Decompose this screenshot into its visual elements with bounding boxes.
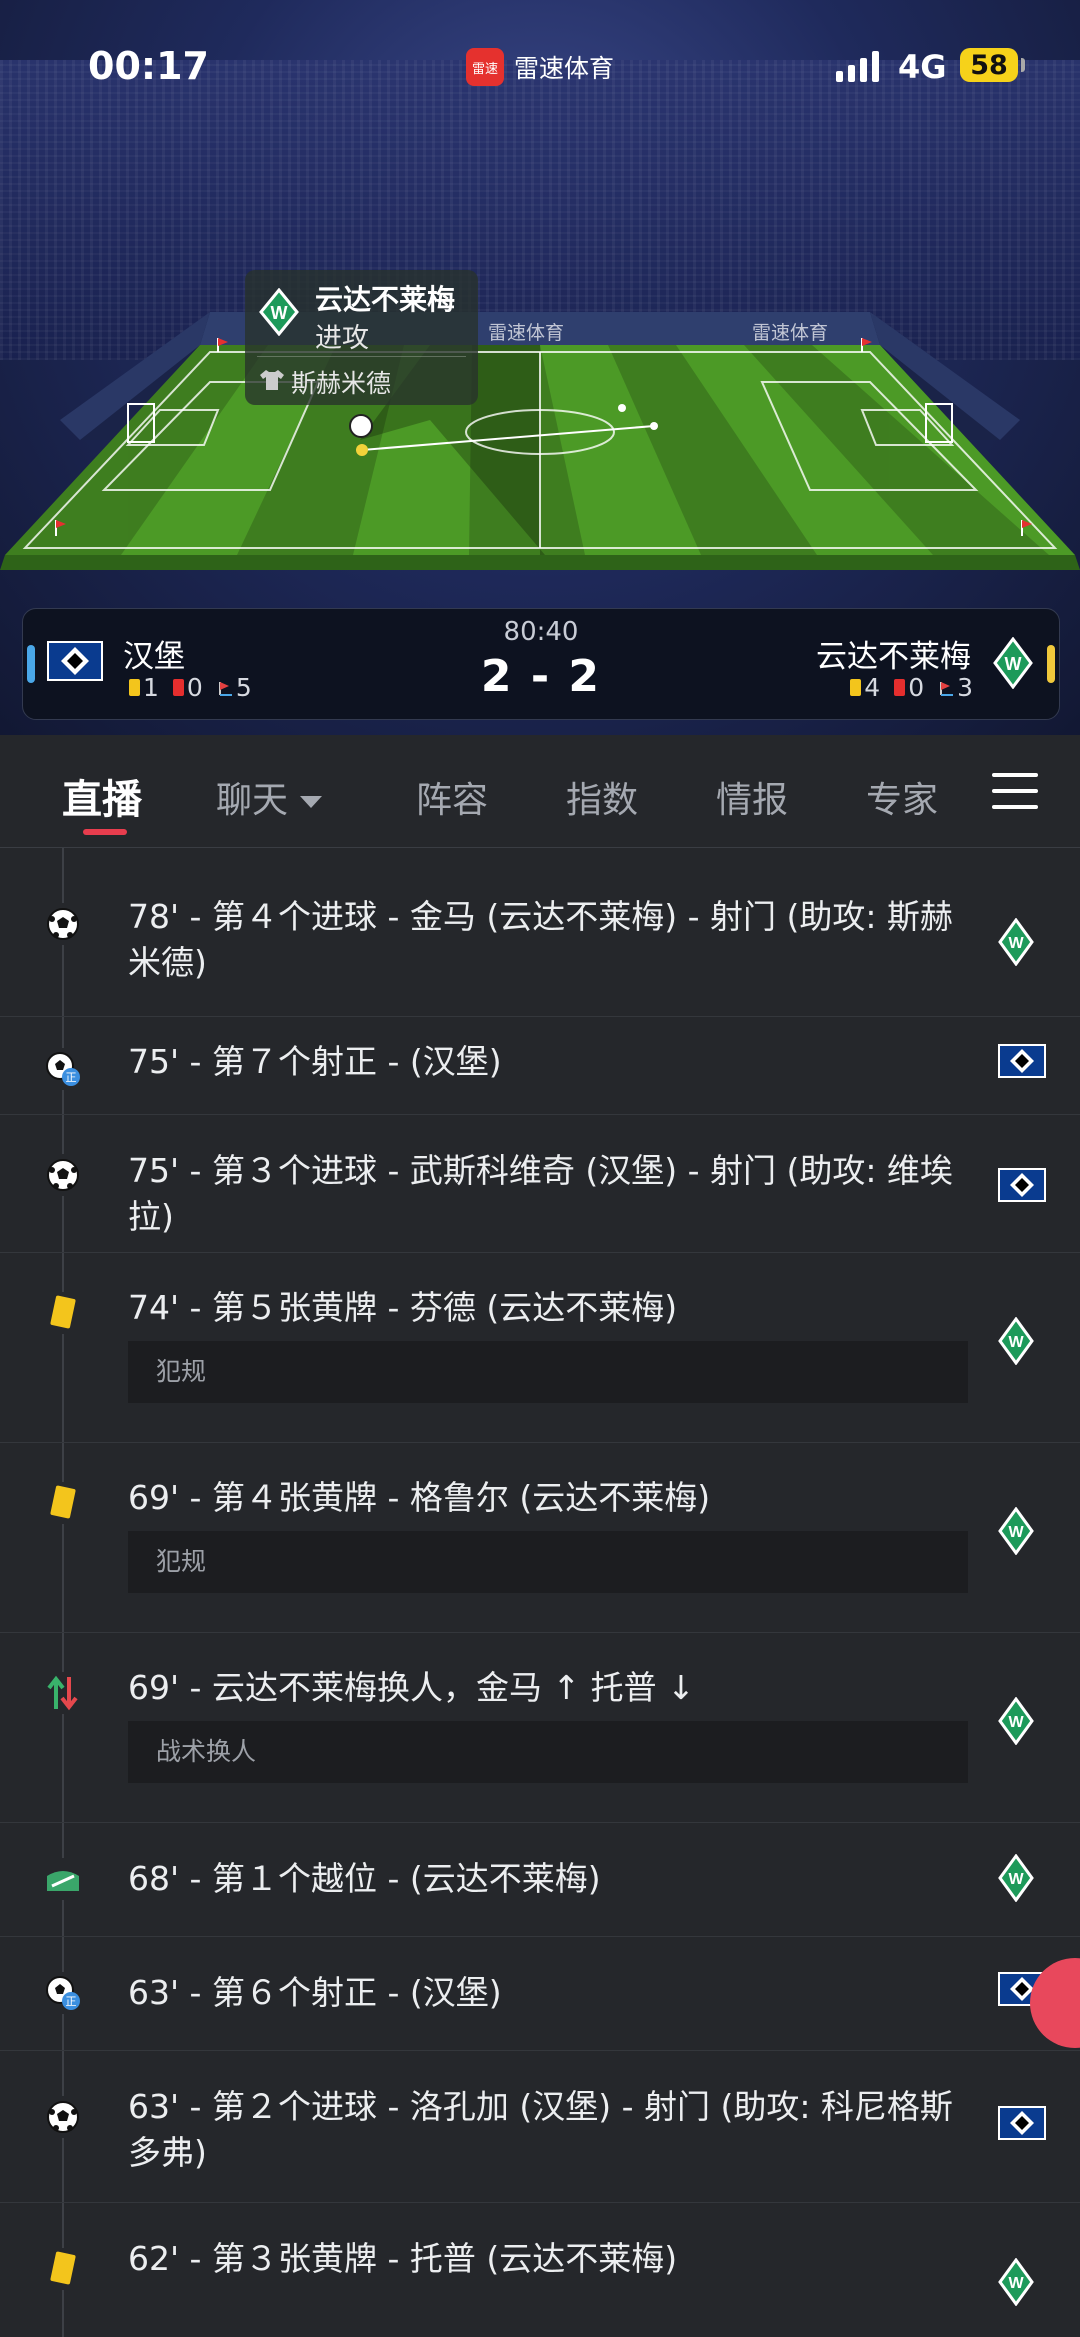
yellow-card-icon — [850, 679, 862, 696]
scoreboard[interactable]: 汉堡 1 0 5 80:40 2 - 2 云达不莱梅 4 0 3 W — [22, 608, 1060, 720]
svg-text:W: W — [1008, 1871, 1024, 1888]
app-indicator: 雷速 雷速体育 — [466, 48, 614, 86]
status-time: 00:17 — [88, 44, 209, 88]
tab-lineup[interactable]: 阵容 — [416, 771, 488, 823]
event-text: 62' - 第３张黄牌 - 托普 (云达不莱梅) — [128, 2239, 678, 2278]
popup-player: 斯赫米德 — [259, 364, 391, 400]
svg-text:W: W — [1008, 1714, 1024, 1731]
event-text: 63' - 第６个射正 - (汉堡) — [128, 1973, 502, 2012]
svg-text:正: 正 — [66, 1071, 77, 1084]
event-row[interactable]: 62' - 第３张黄牌 - 托普 (云达不莱梅) W — [0, 2202, 1080, 2337]
battery-icon: 58 — [960, 48, 1018, 82]
event-reason: 战术换人 — [128, 1721, 968, 1783]
svg-text:W: W — [1008, 2275, 1024, 2292]
tab-intel[interactable]: 情报 — [716, 771, 788, 823]
tab-experts[interactable]: 专家 — [866, 771, 938, 823]
shot-on-target-icon: 正 — [42, 1972, 84, 2014]
substitution-icon — [42, 1672, 84, 1714]
event-text: 63' - 第２个进球 - 洛孔加 (汉堡) - 射门 (助攻: 科尼格斯多弗) — [128, 2087, 953, 2172]
goal-icon — [42, 2096, 84, 2138]
popup-action: 进攻 — [315, 323, 369, 354]
offside-icon — [42, 1858, 84, 1900]
tab-chat[interactable]: 聊天 — [216, 771, 323, 823]
event-row[interactable]: 74' - 第５张黄牌 - 芬德 (云达不莱梅) 犯规 W — [0, 1252, 1080, 1443]
shot-on-target-icon: 正 — [42, 1048, 84, 1090]
network-type: 4G — [898, 48, 947, 86]
signal-icon — [836, 50, 879, 82]
event-popup: W 云达不莱梅 进攻 斯赫米德 — [245, 270, 478, 405]
away-stats: 4 0 3 — [850, 673, 973, 702]
ad-board-right: 雷速体育 — [752, 322, 829, 344]
event-text: 75' - 第３个进球 - 武斯科维奇 (汉堡) - 射门 (助攻: 维埃拉) — [128, 1151, 953, 1236]
werder-logo-icon: W — [998, 2257, 1034, 2310]
chevron-down-icon — [300, 796, 323, 808]
yellow-card-icon — [42, 1482, 84, 1524]
tab-bar: 直播 聊天 阵容 指数 情报 专家 — [0, 735, 1080, 848]
event-row[interactable]: 69' - 云达不莱梅换人，金马 ↑ 托普 ↓ 战术换人 W — [0, 1632, 1080, 1823]
red-card-icon — [894, 679, 906, 696]
svg-text:正: 正 — [66, 1995, 77, 2008]
werder-logo-icon: W — [998, 917, 1034, 970]
yellow-card-icon — [42, 2248, 84, 2290]
app-logo-icon: 雷速 — [466, 48, 504, 86]
svg-text:W: W — [1005, 654, 1022, 674]
tab-odds[interactable]: 指数 — [566, 771, 638, 823]
event-row[interactable]: 63' - 第２个进球 - 洛孔加 (汉堡) - 射门 (助攻: 科尼格斯多弗) — [0, 2050, 1080, 2203]
goal-icon — [42, 903, 84, 945]
event-row[interactable]: 78' - 第４个进球 - 金马 (云达不莱梅) - 射门 (助攻: 斯赫米德)… — [0, 848, 1080, 1017]
event-reason: 犯规 — [128, 1531, 968, 1593]
werder-logo-icon: W — [998, 1696, 1034, 1749]
shirt-icon — [259, 368, 285, 397]
werder-logo-icon: W — [993, 636, 1033, 693]
event-reason: 犯规 — [128, 1341, 968, 1403]
event-text: 69' - 第４张黄牌 - 格鲁尔 (云达不莱梅) — [128, 1478, 711, 1517]
battery-tip — [1021, 58, 1025, 72]
popup-player-name: 斯赫米德 — [291, 369, 392, 398]
tab-chat-label: 聊天 — [216, 780, 289, 821]
hsv-logo-icon — [998, 2106, 1046, 2144]
tab-live[interactable]: 直播 — [62, 767, 142, 825]
match-animation-panel: 雷速体育 雷速体育 W 云达不莱梅 进攻 斯赫米德 00:17 雷速 雷速体育 … — [0, 0, 1080, 735]
svg-text:W: W — [1008, 1524, 1024, 1541]
ad-board-left: 雷速体育 — [488, 322, 565, 344]
hsv-logo-icon — [998, 1168, 1046, 1206]
svg-text:W: W — [271, 303, 288, 323]
away-color-mark — [1047, 645, 1055, 683]
event-text: 69' - 云达不莱梅换人，金马 ↑ 托普 ↓ — [128, 1668, 695, 1707]
away-red-count: 0 — [908, 673, 925, 702]
werder-logo-icon: W — [998, 1853, 1034, 1906]
werder-logo-icon: W — [998, 1506, 1034, 1559]
goal-icon — [42, 1154, 84, 1196]
event-row[interactable]: 75' - 第３个进球 - 武斯科维奇 (汉堡) - 射门 (助攻: 维埃拉) — [0, 1114, 1080, 1253]
svg-text:W: W — [1008, 1334, 1024, 1351]
away-team-name: 云达不莱梅 — [816, 639, 971, 675]
event-row[interactable]: 68' - 第１个越位 - (云达不莱梅) W — [0, 1822, 1080, 1937]
status-bar: 00:17 雷速 雷速体育 4G 58 — [0, 0, 1080, 130]
ball-icon — [349, 414, 373, 438]
werder-logo-icon: W — [259, 287, 299, 340]
live-event-feed[interactable]: 78' - 第４个进球 - 金马 (云达不莱梅) - 射门 (助攻: 斯赫米德)… — [0, 848, 1080, 2337]
popup-team: 云达不莱梅 — [315, 283, 456, 316]
popup-divider — [257, 356, 466, 357]
away-yellow-count: 4 — [864, 673, 881, 702]
event-text: 68' - 第１个越位 - (云达不莱梅) — [128, 1859, 601, 1898]
event-text: 74' - 第５张黄牌 - 芬德 (云达不莱梅) — [128, 1288, 678, 1327]
werder-logo-icon: W — [998, 1316, 1034, 1369]
menu-icon[interactable] — [992, 773, 1038, 809]
hsv-logo-icon — [998, 1044, 1046, 1082]
active-tab-indicator — [83, 829, 127, 835]
event-row[interactable]: 正 75' - 第７个射正 - (汉堡) — [0, 1016, 1080, 1115]
event-row[interactable]: 69' - 第４张黄牌 - 格鲁尔 (云达不莱梅) 犯规 W — [0, 1442, 1080, 1633]
app-name: 雷速体育 — [514, 54, 615, 83]
corner-flag-icon — [940, 681, 954, 696]
event-text: 75' - 第７个射正 - (汉堡) — [128, 1042, 502, 1081]
event-row[interactable]: 正 63' - 第６个射正 - (汉堡) — [0, 1936, 1080, 2051]
away-corner-count: 3 — [957, 673, 973, 702]
svg-text:W: W — [1008, 935, 1024, 952]
yellow-card-icon — [42, 1292, 84, 1334]
event-text: 78' - 第４个进球 - 金马 (云达不莱梅) - 射门 (助攻: 斯赫米德) — [128, 897, 953, 982]
